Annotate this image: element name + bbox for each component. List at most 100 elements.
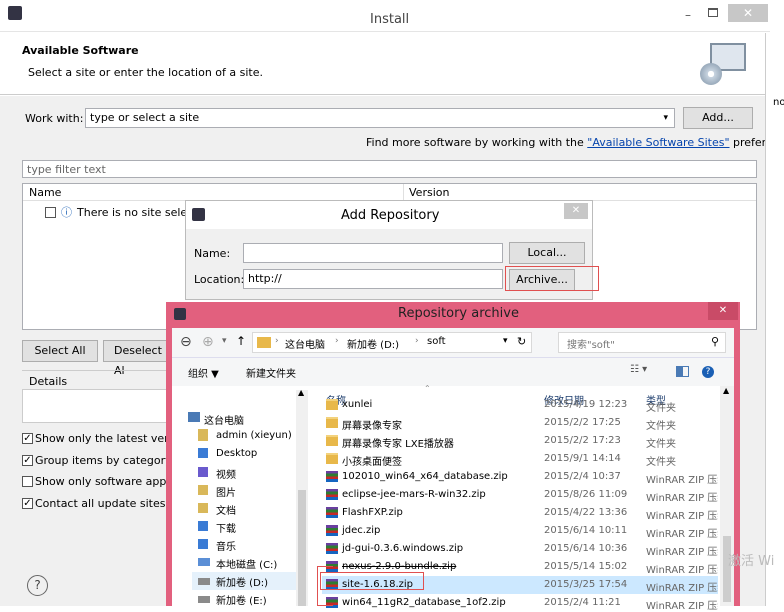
file-row[interactable]: FlashFXP.zip 2015/4/22 13:36 WinRAR ZIP 压缩 (322, 504, 718, 522)
file-name: xunlei (342, 399, 373, 410)
forward-icon[interactable]: ⊕ (202, 334, 214, 350)
file-row[interactable]: 屏幕录像专家 2015/2/2 17:25 文件夹 (322, 414, 718, 432)
file-date: 2015/4/22 13:36 (544, 507, 628, 518)
file-row[interactable]: 小孩桌面便签 2015/9/1 14:14 文件夹 (322, 450, 718, 468)
recent-chevron-icon[interactable]: ▾ (222, 336, 227, 346)
nav-local-disk-c[interactable]: 本地磁盘 (C:) (216, 556, 277, 571)
no-site-text: There is no site select (77, 206, 198, 219)
nav-admin[interactable]: admin (xieyun) (216, 430, 292, 441)
zip-archive-icon (326, 489, 338, 500)
add-repository-close-button[interactable]: ✕ (564, 203, 588, 219)
file-scroll-thumb[interactable] (723, 536, 731, 602)
add-repository-dialog: Add Repository ✕ Name: Local... Location… (185, 200, 599, 300)
preview-pane-icon[interactable] (676, 366, 689, 377)
file-row[interactable]: win64_11gR2_database_1of2.zip 2015/2/4 11… (322, 594, 718, 612)
eclipse-icon (192, 208, 205, 221)
refresh-icon[interactable]: ↻ (517, 335, 526, 348)
nav-this-pc[interactable]: 这台电脑 (204, 412, 244, 427)
filter-input[interactable]: type filter text (22, 160, 757, 178)
option-4-label: Contact all update sites du (35, 497, 183, 510)
archive-title: Repository archive (398, 306, 519, 321)
file-name: nexus-2.9.0-bundle.zip (342, 561, 457, 572)
view-options-icon[interactable]: ☷ ▾ (630, 364, 647, 375)
col-name[interactable]: Name (29, 186, 61, 199)
desktop-icon (198, 448, 208, 458)
help-icon: ? (34, 578, 41, 592)
local-button[interactable]: Local... (509, 242, 585, 264)
bottom-left-highlight (317, 566, 333, 606)
archive-close-button[interactable]: ✕ (708, 302, 738, 320)
file-list-scrollbar[interactable]: ▲ (720, 386, 734, 606)
option-3[interactable]: Show only software applica (22, 475, 185, 489)
details-label: Details (29, 375, 68, 388)
nav-music[interactable]: 音乐 (216, 538, 236, 553)
nav-desktop[interactable]: Desktop (216, 448, 257, 459)
minimize-button[interactable]: – (685, 8, 691, 22)
option-3-label: Show only software applica (35, 475, 186, 488)
nav-videos[interactable]: 视频 (216, 466, 236, 481)
file-type: WinRAR ZIP 压缩 (646, 529, 718, 540)
header-title: Available Software (22, 44, 139, 57)
no-site-checkbox[interactable] (45, 207, 56, 218)
option-3-checkbox[interactable] (22, 476, 33, 487)
archive-body: ⊖ ⊕ ▾ ↑ › 这台电脑 › 新加卷 (D:) › soft ▾ ↻ 搜索"… (172, 328, 734, 612)
option-4[interactable]: ✓ Contact all update sites du (22, 497, 183, 511)
new-folder-button[interactable]: 新建文件夹 (246, 365, 296, 380)
file-name: FlashFXP.zip (342, 507, 403, 518)
select-all-button[interactable]: Select All (22, 340, 98, 362)
install-title-bar: Install – ✕ (0, 0, 770, 32)
nav-drive-e[interactable]: 新加卷 (E:) (216, 592, 267, 607)
file-date: 2015/6/14 10:36 (544, 543, 628, 554)
maximize-button[interactable] (708, 8, 718, 17)
close-button[interactable]: ✕ (728, 4, 768, 22)
back-icon[interactable]: ⊖ (180, 334, 192, 350)
file-row[interactable]: eclipse-jee-mars-R-win32.zip 2015/8/26 11… (322, 486, 718, 504)
folder-icon (326, 417, 338, 428)
zip-archive-icon (326, 507, 338, 518)
file-row[interactable]: xunlei 2015/4/19 12:23 文件夹 (322, 396, 718, 414)
breadcrumb-soft[interactable]: soft (427, 336, 446, 347)
help-icon[interactable]: ? (702, 366, 714, 378)
option-1-checkbox[interactable]: ✓ (22, 433, 33, 444)
nav-scrollbar[interactable]: ▲ (296, 388, 308, 606)
file-type: 文件夹 (646, 403, 676, 414)
tree-header: Name Version (23, 184, 756, 201)
folder-icon (326, 453, 338, 464)
file-row[interactable]: jdec.zip 2015/6/14 10:11 WinRAR ZIP 压缩 (322, 522, 718, 540)
work-with-value: type or select a site (90, 111, 200, 124)
header-banner: Available Software Select a site or ente… (0, 33, 770, 95)
deselect-all-button[interactable]: Deselect Al (103, 340, 169, 377)
option-2-checkbox[interactable]: ✓ (22, 455, 33, 466)
location-input[interactable]: http:// (243, 269, 503, 289)
nav-pictures[interactable]: 图片 (216, 484, 236, 499)
organize-menu[interactable]: 组织 ▼ (188, 365, 219, 380)
nav-drive-d[interactable]: 新加卷 (D:) (216, 574, 268, 589)
search-input[interactable]: 搜索"soft" ⚲ (558, 332, 726, 353)
file-type: 文件夹 (646, 457, 676, 468)
this-pc-icon (188, 412, 200, 422)
help-button[interactable]: ? (27, 575, 48, 596)
up-icon[interactable]: ↑ (236, 334, 246, 348)
breadcrumb-this-pc[interactable]: 这台电脑 (285, 336, 325, 351)
col-version[interactable]: Version (409, 186, 449, 199)
breadcrumb-drive-d[interactable]: 新加卷 (D:) (347, 336, 399, 351)
option-2[interactable]: ✓ Group items by category (22, 454, 172, 468)
option-1[interactable]: ✓ Show only the latest versio (22, 432, 184, 446)
work-with-combo[interactable]: type or select a site ▾ (85, 108, 675, 128)
header-subtitle: Select a site or enter the location of a… (28, 66, 264, 79)
file-row[interactable]: jd-gui-0.3.6.windows.zip 2015/6/14 10:36 W… (322, 540, 718, 558)
address-chevron-icon[interactable]: ▾ (503, 336, 508, 346)
add-button[interactable]: Add... (683, 107, 753, 129)
details-text-area (22, 389, 170, 423)
file-row[interactable]: 102010_win64_x64_database.zip 2015/2/4 10… (322, 468, 718, 486)
file-date: 2015/3/25 17:54 (544, 579, 628, 590)
available-sites-link[interactable]: "Available Software Sites" (587, 136, 729, 149)
option-4-checkbox[interactable]: ✓ (22, 498, 33, 509)
name-input[interactable] (243, 243, 503, 263)
file-row[interactable]: 屏幕录像专家 LXE播放器 2015/2/2 17:23 文件夹 (322, 432, 718, 450)
nav-documents[interactable]: 文档 (216, 502, 236, 517)
nav-scroll-thumb[interactable] (298, 490, 306, 606)
pictures-icon (198, 485, 208, 495)
nav-downloads[interactable]: 下载 (216, 520, 236, 535)
address-bar[interactable]: › 这台电脑 › 新加卷 (D:) › soft ▾ ↻ (252, 332, 532, 353)
